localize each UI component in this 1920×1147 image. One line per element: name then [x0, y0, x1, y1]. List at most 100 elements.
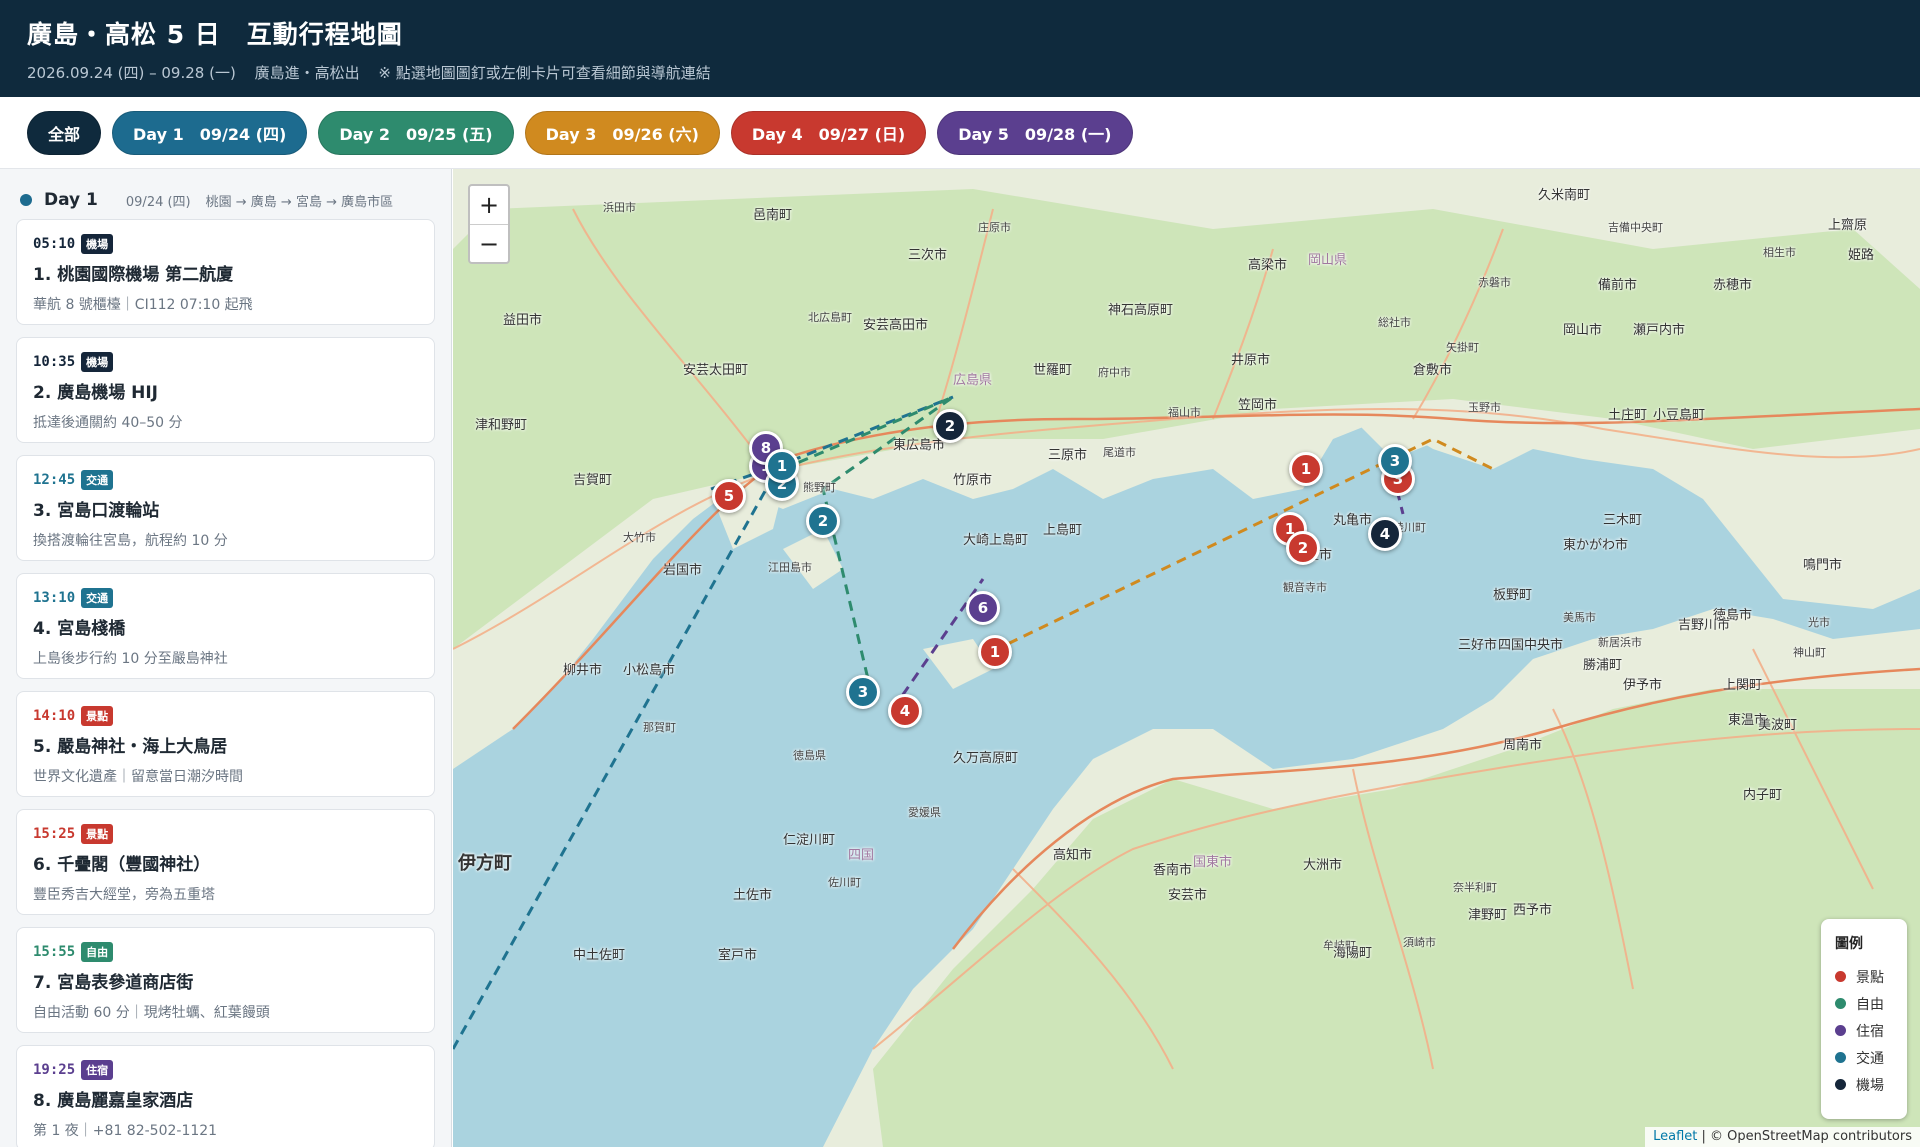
card-title: 1. 桃園國際機場 第二航廈: [33, 265, 234, 285]
map-place-label: 相生市: [1763, 246, 1796, 259]
map-place-label: 国東市: [1193, 855, 1233, 870]
map-pin-marker[interactable]: 4: [1368, 517, 1402, 551]
zoom-control: + −: [468, 184, 510, 264]
itinerary-card[interactable]: 12:45 交通 3. 宮島口渡輪站 換搭渡輪往宮島，航程約 10 分: [16, 455, 435, 561]
map-place-label: 岡山県: [1308, 253, 1348, 268]
map-place-label: 岩国市: [663, 563, 703, 578]
day-route: 桃園 → 廣島 → 宮島 → 廣島市區: [205, 194, 394, 210]
map-place-label: 高梁市: [1248, 258, 1288, 273]
filter-day-1[interactable]: Day 1 09/24 (四): [112, 111, 308, 155]
itinerary-card[interactable]: 15:25 景點 6. 千疊閣（豐國神社） 豐臣秀吉大經堂，旁為五重塔: [16, 809, 435, 915]
day-header: Day 1 09/24 (四) 桃園 → 廣島 → 宮島 → 廣島市區: [16, 185, 435, 215]
leaflet-link[interactable]: Leaflet: [1653, 1129, 1697, 1144]
map-place-label: 三好市: [1458, 638, 1498, 653]
map-place-label: 東かがわ市: [1563, 538, 1629, 553]
map-place-label: 神石高原町: [1108, 303, 1174, 318]
card-note: 世界文化遺產｜留意當日潮汐時間: [33, 769, 243, 785]
map-pin-marker[interactable]: 4: [888, 694, 922, 728]
map-place-label: 愛媛県: [908, 806, 941, 819]
map-place-label: 吉備中央町: [1608, 221, 1663, 234]
card-meta: 14:10 景點: [33, 706, 418, 726]
legend-label: 交通: [1856, 1050, 1884, 1067]
zoom-in-button[interactable]: +: [470, 186, 508, 224]
map-tiles[interactable]: [453, 169, 1920, 1147]
filter-day-5[interactable]: Day 5 09/28 (一): [937, 111, 1133, 155]
map-place-label: 三次市: [908, 248, 948, 263]
map-place-label: 安芸太田町: [683, 363, 749, 378]
card-meta: 12:45 交通: [33, 470, 418, 490]
filter-day-4[interactable]: Day 4 09/27 (日): [730, 111, 927, 155]
zoom-out-button[interactable]: −: [470, 224, 508, 262]
card-time: 14:10: [33, 708, 76, 724]
map-pin-marker[interactable]: 3: [846, 675, 880, 709]
map-attribution: Leaflet | © OpenStreetMap contributors: [1645, 1127, 1920, 1147]
map-pin-marker[interactable]: 2: [933, 409, 967, 443]
itinerary-sidebar[interactable]: Day 1 09/24 (四) 桃園 → 廣島 → 宮島 → 廣島市區 05:1…: [0, 169, 452, 1147]
map-place-label: 津野町: [1468, 908, 1508, 923]
map-pin-marker[interactable]: 2: [1286, 531, 1320, 565]
card-time: 12:45: [33, 472, 76, 488]
itinerary-card[interactable]: 13:10 交通 4. 宮島棧橋 上島後步行約 10 分至嚴島神社: [16, 573, 435, 679]
map-place-label: 板野町: [1493, 588, 1533, 603]
card-category-badge: 自由: [81, 942, 114, 962]
page-title: 廣島・高松 5 日 互動行程地圖: [27, 20, 403, 49]
card-title: 3. 宮島口渡輪站: [33, 501, 160, 521]
map-place-label: 広島県: [953, 373, 993, 388]
map-pin-marker[interactable]: 2: [806, 504, 840, 538]
card-meta: 13:10 交通: [33, 588, 418, 608]
map-pin-marker[interactable]: 5: [712, 479, 746, 513]
map-pin-marker[interactable]: 1: [978, 635, 1012, 669]
map-place-label: 室戸市: [718, 948, 758, 963]
card-title: 2. 廣島機場 HIJ: [33, 383, 159, 403]
filter-day-2[interactable]: Day 2 09/25 (五): [318, 111, 514, 155]
map-place-label: 竹原市: [953, 473, 993, 488]
map-pin-marker[interactable]: 1: [1289, 452, 1323, 486]
card-time: 10:35: [33, 354, 76, 370]
card-category-badge: 交通: [81, 588, 114, 608]
map-place-label: 岡山市: [1563, 323, 1603, 338]
map-pin-marker[interactable]: 6: [966, 591, 1000, 625]
legend-label: 住宿: [1856, 1023, 1884, 1040]
map-pin-marker[interactable]: 3: [1378, 444, 1412, 478]
filter-day-3[interactable]: Day 3 09/26 (六): [524, 111, 720, 155]
itinerary-card[interactable]: 14:10 景點 5. 嚴島神社・海上大鳥居世界文化遺產｜留意當日潮汐時間: [16, 691, 435, 797]
map-place-label: 光市: [1808, 616, 1830, 629]
map-place-label: 海陽町: [1333, 946, 1373, 961]
map-place-label: 倉敷市: [1413, 363, 1453, 378]
card-note: 自由活動 60 分｜現烤牡蠣、紅葉饅頭: [33, 1005, 270, 1021]
map-place-label: 美波町: [1758, 718, 1798, 733]
card-meta: 15:55 自由: [33, 942, 418, 962]
card-note: 抵達後通關約 40–50 分: [33, 415, 183, 431]
map-place-label: 中土佐町: [573, 948, 626, 963]
map-pin-marker[interactable]: 1: [765, 449, 799, 483]
map-place-label: 鳴門市: [1803, 558, 1843, 573]
day-color-dot: [20, 194, 32, 206]
map-place-label: 那賀町: [643, 721, 676, 734]
map-place-label: 土佐市: [733, 888, 773, 903]
map-place-label: 上島町: [1043, 523, 1083, 538]
map-place-label: 上関町: [1723, 678, 1763, 693]
card-title: 5. 嚴島神社・海上大鳥居: [33, 737, 228, 757]
card-time: 13:10: [33, 590, 76, 606]
map-place-label: 井原市: [1231, 353, 1271, 368]
map-place-label: 府中市: [1098, 366, 1131, 379]
card-meta: 15:25 景點: [33, 824, 418, 844]
map-place-label: 伊方町: [458, 853, 512, 874]
map-place-label: 備前市: [1598, 278, 1638, 293]
legend-item: 交通: [1835, 1044, 1893, 1071]
map-view[interactable]: 浜田市 邑南町 三次市 庄原市 久米南町 上齋原 吉備中央町 岡山県 高梁市 赤磐市 備前市 赤穂市 相…: [453, 169, 1920, 1147]
map-place-label: 福山市: [1168, 406, 1201, 419]
itinerary-card[interactable]: 05:10 機場 1. 桃園國際機場 第二航廈 華航 8 號櫃檯｜CI112 07:1…: [16, 219, 435, 325]
itinerary-card[interactable]: 19:25 住宿 8. 廣島麗嘉皇家酒店第 1 夜｜+81 82-502-1121: [16, 1045, 435, 1147]
map-place-label: 四国中央市: [1498, 638, 1564, 653]
filter-all[interactable]: 全部: [27, 111, 102, 155]
usage-hint: ※ 點選地圖圖釘或左側卡片可查看細節與導航連結: [378, 64, 711, 82]
map-place-label: 新居浜市: [1598, 636, 1642, 649]
map-place-label: 土庄町: [1608, 408, 1648, 423]
itinerary-card[interactable]: 10:35 機場 2. 廣島機場 HIJ 抵達後通關約 40–50 分: [16, 337, 435, 443]
map-place-label: 高知市: [1053, 848, 1093, 863]
map-place-label: 佐川町: [828, 876, 861, 889]
legend-color-dot: [1835, 1052, 1846, 1063]
itinerary-card[interactable]: 15:55 自由 7. 宮島表參道商店街 自由活動 60 分｜現烤牡蠣、紅葉饅頭: [16, 927, 435, 1033]
map-legend: 圖例 景點 自由 住宿 交通 機場: [1821, 919, 1907, 1119]
